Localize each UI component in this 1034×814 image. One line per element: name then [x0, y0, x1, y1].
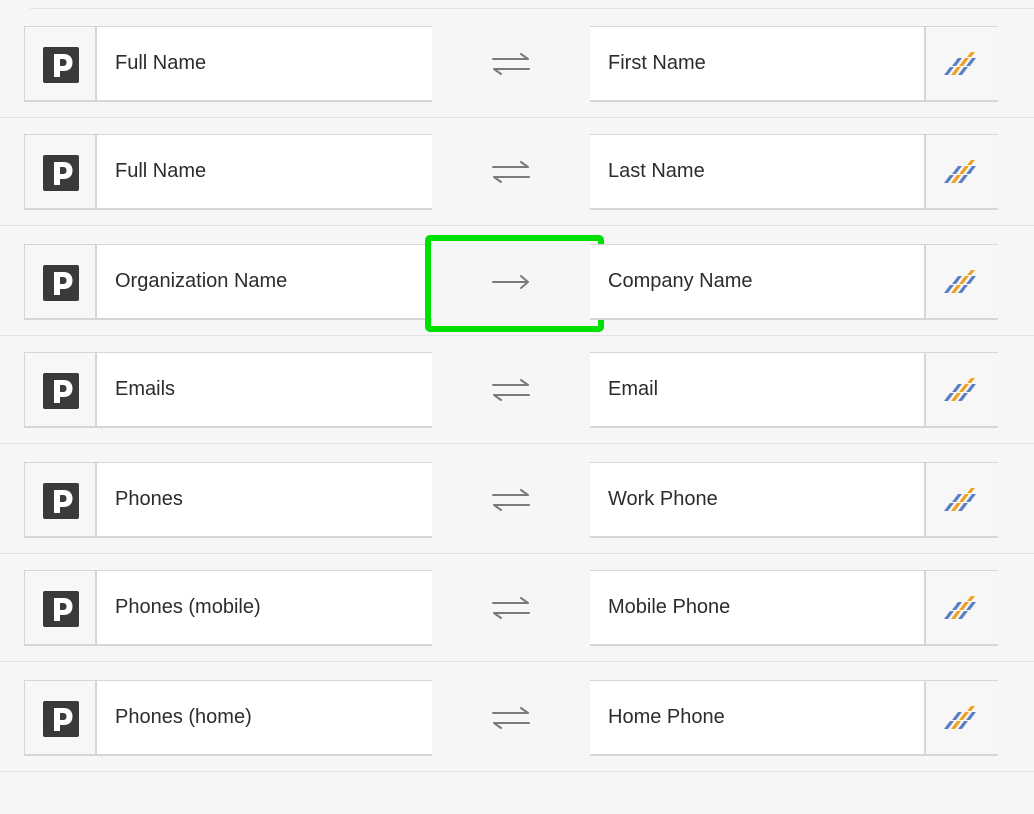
top-divider [30, 8, 1034, 9]
pipedrive-logo-icon [43, 47, 79, 83]
target-app-logo-icon [944, 378, 976, 401]
pipedrive-p-glyph [54, 598, 73, 621]
source-app-icon-cell [25, 571, 97, 644]
source-field-label: Phones (home) [115, 706, 252, 728]
target-field-label: Last Name [608, 160, 705, 182]
source-app-icon-cell [25, 27, 97, 100]
source-field-label: Emails [115, 378, 176, 400]
target-app-icon-cell [924, 571, 998, 644]
target-field-box[interactable]: First Name [590, 26, 998, 102]
target-app-icon-cell [924, 353, 998, 426]
mapping-row: Full Name First Name [0, 10, 1034, 118]
pipedrive-logo-icon [43, 701, 79, 737]
target-app-logo-icon [944, 488, 976, 511]
source-app-icon-cell [25, 353, 97, 426]
target-field-label: Company Name [608, 270, 753, 292]
swap-arrows-icon [492, 489, 530, 511]
source-field-label: Phones [115, 488, 183, 510]
target-app-logo-icon [944, 160, 976, 183]
pipedrive-p-glyph [54, 272, 73, 295]
sync-direction-toggle[interactable] [432, 26, 590, 102]
target-field-label: Email [608, 378, 659, 400]
target-field-box[interactable]: Last Name [590, 134, 998, 210]
target-field-box[interactable]: Home Phone [590, 680, 998, 756]
mapping-row: Emails Email [0, 336, 1034, 444]
source-app-icon-cell [25, 463, 97, 536]
source-field-label: Organization Name [115, 270, 288, 292]
source-app-icon-cell [25, 135, 97, 208]
swap-arrows-icon [492, 53, 530, 75]
target-app-icon-cell [924, 463, 998, 536]
target-field-label: Work Phone [608, 488, 718, 510]
source-field-box[interactable]: Full Name [24, 134, 432, 210]
pipedrive-p-glyph [54, 380, 73, 403]
pipedrive-logo-icon [43, 265, 79, 301]
source-field-box[interactable]: Organization Name [24, 244, 432, 320]
arrow-right-icon [492, 275, 529, 289]
swap-arrows-icon [492, 707, 530, 729]
source-field-label: Full Name [115, 52, 207, 74]
source-field-box[interactable]: Phones (home) [24, 680, 432, 756]
target-app-icon-cell [924, 27, 998, 100]
row-divider [0, 771, 1034, 772]
mapping-row: Phones (mobile) Mobile Phone [0, 554, 1034, 662]
row-divider [0, 443, 1034, 444]
sync-direction-toggle[interactable] [425, 235, 604, 332]
source-app-icon-cell [25, 681, 97, 754]
mapping-row: Full Name Last Name [0, 118, 1034, 226]
mapping-row: Organization Name Company Name [0, 228, 1034, 336]
target-app-logo-icon [944, 52, 976, 75]
swap-arrows-icon [492, 161, 530, 183]
pipedrive-logo-icon [43, 483, 79, 519]
sync-direction-toggle[interactable] [432, 134, 590, 210]
sync-direction-toggle[interactable] [432, 570, 590, 646]
target-field-box[interactable]: Company Name [590, 244, 998, 320]
target-app-icon-cell [924, 681, 998, 754]
row-divider [0, 661, 1034, 662]
pipedrive-logo-icon [43, 373, 79, 409]
target-field-box[interactable]: Mobile Phone [590, 570, 998, 646]
swap-arrows-icon [492, 597, 530, 619]
target-app-logo-icon [944, 706, 976, 729]
pipedrive-p-glyph [54, 708, 73, 731]
pipedrive-p-glyph [54, 490, 73, 513]
sync-direction-toggle[interactable] [432, 352, 590, 428]
source-field-box[interactable]: Full Name [24, 26, 432, 102]
target-field-box[interactable]: Work Phone [590, 462, 998, 538]
sync-direction-toggle[interactable] [432, 680, 590, 756]
source-field-label: Phones (mobile) [115, 596, 261, 618]
target-app-icon-cell [924, 135, 998, 208]
target-app-icon-cell [924, 245, 998, 318]
target-field-box[interactable]: Email [590, 352, 998, 428]
mapping-row: Phones Work Phone [0, 446, 1034, 554]
row-divider [0, 225, 1034, 226]
target-field-label: Mobile Phone [608, 596, 731, 618]
source-field-label: Full Name [115, 160, 207, 182]
pipedrive-logo-icon [43, 591, 79, 627]
target-field-label: First Name [608, 52, 706, 74]
target-app-logo-icon [944, 596, 976, 619]
swap-arrows-icon [492, 379, 530, 401]
pipedrive-p-glyph [54, 54, 73, 77]
source-field-box[interactable]: Phones (mobile) [24, 570, 432, 646]
sync-direction-toggle[interactable] [432, 462, 590, 538]
target-app-logo-icon [944, 270, 976, 293]
source-app-icon-cell [25, 245, 97, 318]
mapping-row: Phones (home) Home Phone [0, 664, 1034, 772]
pipedrive-logo-icon [43, 155, 79, 191]
source-field-box[interactable]: Phones [24, 462, 432, 538]
pipedrive-p-glyph [54, 162, 73, 185]
source-field-box[interactable]: Emails [24, 352, 432, 428]
target-field-label: Home Phone [608, 706, 725, 728]
